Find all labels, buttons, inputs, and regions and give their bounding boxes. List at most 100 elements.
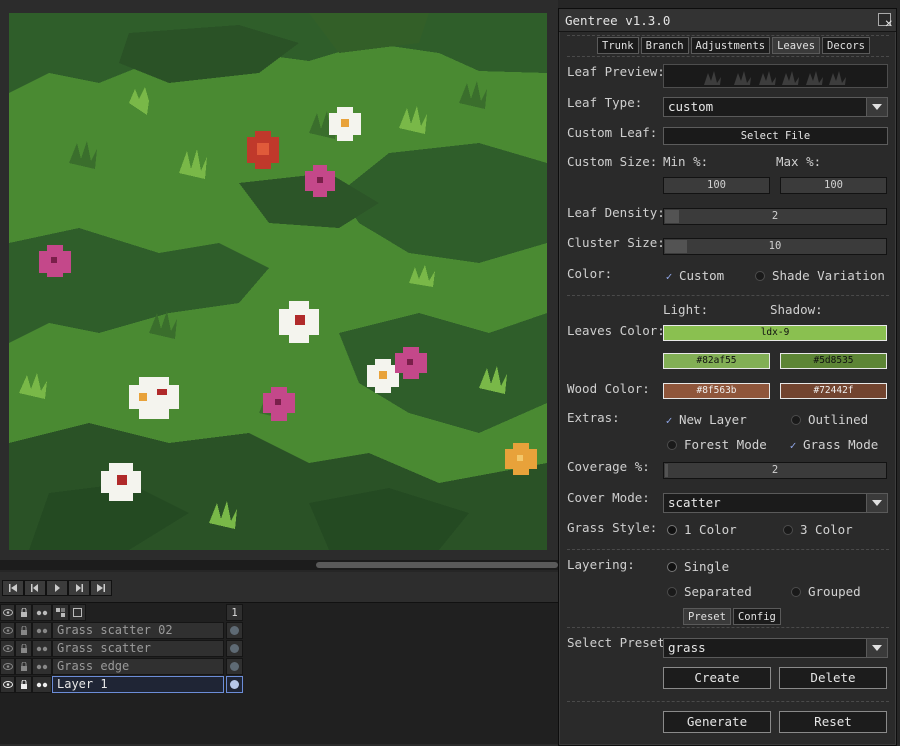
cluster-size-slider[interactable]: 10 <box>663 238 887 255</box>
unchecked-box <box>791 415 801 425</box>
layer-row[interactable]: Grass edge <box>0 658 245 676</box>
first-frame-button[interactable] <box>2 580 24 596</box>
layer-name[interactable]: Grass edge <box>52 658 224 675</box>
aseprite-window: 1 Grass scatter 02 Grass scatter Grass e… <box>0 0 900 746</box>
lock-icon[interactable] <box>15 622 32 639</box>
generate-button[interactable]: Generate <box>663 711 771 733</box>
separator <box>567 56 889 57</box>
grass-style-3-color-radio[interactable]: 3 Color <box>783 522 853 537</box>
eye-icon[interactable] <box>0 676 15 693</box>
canvas-area[interactable] <box>0 0 558 560</box>
outlined-checkbox[interactable]: Outlined <box>791 412 868 427</box>
layering-grouped-radio[interactable]: Grouped <box>791 584 861 599</box>
frame-number[interactable]: 1 <box>226 604 243 621</box>
lock-header-icon[interactable] <box>15 604 32 621</box>
layer-options-icon[interactable] <box>52 604 69 621</box>
play-button[interactable] <box>46 580 68 596</box>
wood-light-swatch[interactable]: #8f563b <box>663 383 770 399</box>
separator <box>567 35 889 36</box>
layering-single-radio[interactable]: Single <box>667 559 729 574</box>
radio-unselected <box>783 525 793 535</box>
separator <box>567 627 889 628</box>
chevron-down-icon[interactable] <box>866 494 887 512</box>
delete-preset-button[interactable]: Delete <box>779 667 887 689</box>
preset-select[interactable]: grass <box>663 638 888 658</box>
link-icon[interactable] <box>32 658 52 675</box>
grouped-label: Grouped <box>808 584 861 599</box>
previous-frame-button[interactable] <box>24 580 46 596</box>
dialog-titlebar[interactable]: Gentree v1.3.0 ✕ <box>559 9 896 32</box>
layer-cel[interactable] <box>226 640 243 657</box>
link-icon[interactable] <box>32 640 52 657</box>
layering-separated-radio[interactable]: Separated <box>667 584 752 599</box>
tab-adjustments[interactable]: Adjustments <box>690 37 771 54</box>
scrollbar-thumb[interactable] <box>316 562 558 568</box>
layer-name[interactable]: Grass scatter 02 <box>52 622 224 639</box>
layer-row[interactable]: Grass scatter <box>0 640 245 658</box>
lock-icon[interactable] <box>15 640 32 657</box>
three-color-label: 3 Color <box>800 522 853 537</box>
cover-mode-select[interactable]: scatter <box>663 493 888 513</box>
radio-selected <box>667 562 677 572</box>
layer-name[interactable]: Layer 1 <box>52 676 224 693</box>
chevron-down-icon[interactable] <box>866 639 887 657</box>
horizontal-scrollbar[interactable] <box>0 560 558 570</box>
tab-branch[interactable]: Branch <box>640 37 689 54</box>
grass-style-1-color-radio[interactable]: 1 Color <box>667 522 737 537</box>
layer-cel[interactable] <box>226 676 243 693</box>
leaf-density-slider[interactable]: 2 <box>663 208 887 225</box>
link-icon[interactable] <box>32 622 52 639</box>
layer-name[interactable]: Grass scatter <box>52 640 224 657</box>
grass-mode-checkbox[interactable]: ✓ Grass Mode <box>787 437 879 452</box>
cover-mode-value: scatter <box>668 495 721 510</box>
layers-header: 1 <box>0 604 245 622</box>
layer-cel[interactable] <box>226 658 243 675</box>
pixel-art-canvas[interactable] <box>9 13 547 550</box>
leaves-shadow-swatch[interactable]: #5d8535 <box>780 353 887 369</box>
layer-row[interactable]: Grass scatter 02 <box>0 622 245 640</box>
leaves-palette-swatch[interactable]: ldx-9 <box>663 325 887 341</box>
wood-shadow-swatch[interactable]: #72442f <box>780 383 887 399</box>
checkmark-icon: ✓ <box>789 439 797 452</box>
radio-unselected <box>667 587 677 597</box>
link-icon[interactable] <box>32 676 52 693</box>
tab-leaves[interactable]: Leaves <box>772 37 821 54</box>
chevron-down-icon[interactable] <box>866 98 887 116</box>
unchecked-box <box>667 440 677 450</box>
eye-icon[interactable] <box>0 640 15 657</box>
leaves-light-swatch[interactable]: #82af55 <box>663 353 770 369</box>
eye-icon[interactable] <box>0 658 15 675</box>
forest-mode-checkbox[interactable]: Forest Mode <box>667 437 767 452</box>
last-frame-icon <box>97 584 105 592</box>
close-button[interactable]: ✕ <box>878 13 893 29</box>
new-layer-icon[interactable] <box>69 604 86 621</box>
eye-header-icon[interactable] <box>0 604 15 621</box>
play-icon <box>55 584 60 592</box>
last-frame-button[interactable] <box>90 580 112 596</box>
shade-variation-checkbox[interactable]: Shade Variation <box>755 268 885 283</box>
checkmark-icon: ✓ <box>665 270 673 283</box>
tab-config[interactable]: Config <box>732 608 781 625</box>
new-layer-checkbox[interactable]: ✓ New Layer <box>663 412 747 427</box>
layer-row-active[interactable]: Layer 1 <box>0 676 245 694</box>
tab-decors[interactable]: Decors <box>822 37 870 54</box>
tab-trunk[interactable]: Trunk <box>597 37 639 54</box>
tab-preset[interactable]: Preset <box>683 608 731 625</box>
single-label: Single <box>684 559 730 574</box>
eye-icon[interactable] <box>0 622 15 639</box>
lock-icon[interactable] <box>15 658 32 675</box>
layer-cel[interactable] <box>226 622 243 639</box>
coverage-slider[interactable]: 2 <box>663 462 887 479</box>
cover-mode-label: Cover Mode: <box>567 490 650 505</box>
select-file-button[interactable]: Select File <box>663 127 888 145</box>
custom-color-checkbox[interactable]: ✓ Custom <box>663 268 724 283</box>
next-frame-button[interactable] <box>68 580 90 596</box>
reset-button[interactable]: Reset <box>779 711 887 733</box>
leaf-type-select[interactable]: custom <box>663 97 888 117</box>
create-preset-button[interactable]: Create <box>663 667 771 689</box>
lock-icon[interactable] <box>15 676 32 693</box>
max-size-input[interactable]: 100 <box>780 177 887 194</box>
preset-config-tabs: Preset Config <box>683 608 781 625</box>
link-header-icon[interactable] <box>32 604 52 621</box>
min-size-input[interactable]: 100 <box>663 177 770 194</box>
